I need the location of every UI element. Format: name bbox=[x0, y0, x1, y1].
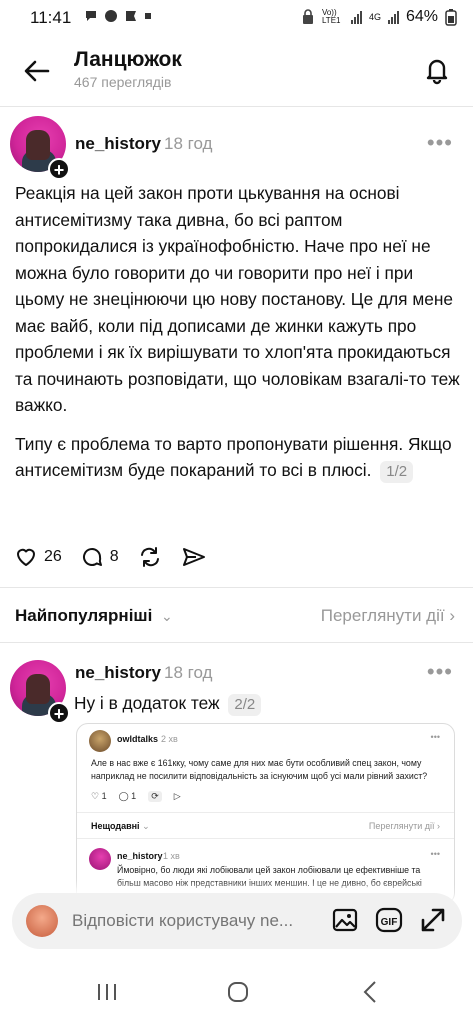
view-activity-label: Переглянути дії bbox=[320, 606, 445, 625]
status-time: 11:41 bbox=[30, 8, 72, 27]
embed-sort-text: Нещодавні bbox=[91, 821, 140, 831]
status-bar: 11:41 Vo)) LTE1 4G 64% bbox=[0, 0, 473, 36]
post2-body: Ну і в додаток теж 2/2 bbox=[74, 693, 262, 716]
share-icon: ▷ bbox=[173, 791, 181, 801]
view-activity-link[interactable]: Переглянути дії › bbox=[321, 606, 455, 626]
sort-divider bbox=[0, 642, 473, 643]
image-icon[interactable] bbox=[330, 905, 360, 935]
embed-divider bbox=[77, 812, 454, 813]
signal-icon bbox=[350, 10, 362, 24]
repost-icon: ⟳ bbox=[148, 791, 162, 802]
post1-avatar-wrap[interactable]: + bbox=[10, 116, 70, 180]
embed-username-1: owldtalks bbox=[117, 734, 159, 744]
embed-comment-count: 1 bbox=[131, 791, 137, 801]
status-right: Vo)) LTE1 4G 64% bbox=[301, 8, 457, 26]
network-label: Vo)) LTE1 bbox=[321, 8, 341, 25]
chat-icon bbox=[86, 11, 96, 21]
more-icon: ••• bbox=[430, 849, 440, 859]
embed-sort-label: Нещодавні ⌄ bbox=[91, 821, 150, 832]
page-badge: 2/2 bbox=[228, 694, 262, 716]
chevron-down-icon[interactable]: ⌄ bbox=[161, 608, 173, 625]
post1-body: Реакція на цей закон проти цькування на … bbox=[15, 180, 460, 496]
embed-actions: ♡ 1 ◯ 1 ⟳ ▷ bbox=[91, 791, 181, 802]
signal-icon-2 bbox=[387, 10, 399, 24]
post1-paragraph-1: Реакція на цей закон проти цькування на … bbox=[15, 183, 460, 415]
embed-time-2: 1 хв bbox=[163, 851, 180, 861]
comment-button[interactable]: 8 bbox=[80, 545, 119, 569]
embed-username-2: ne_history bbox=[117, 851, 163, 861]
share-icon bbox=[182, 548, 205, 566]
post1-time: 18 год bbox=[164, 134, 213, 153]
reply-bar: GIF bbox=[12, 893, 462, 949]
like-button[interactable]: 26 bbox=[14, 545, 62, 569]
page-badge: 1/2 bbox=[380, 461, 414, 483]
battery-label: 64% bbox=[405, 8, 438, 25]
back-arrow-icon[interactable] bbox=[22, 56, 52, 86]
dot-icon bbox=[145, 13, 151, 19]
comment-icon bbox=[82, 548, 102, 566]
reply-input[interactable] bbox=[70, 910, 330, 932]
embed-divider bbox=[77, 838, 454, 839]
embed-text-2: Ймовірно, бо люди які лобіювали цей зако… bbox=[117, 865, 422, 888]
embed-avatar-owl bbox=[89, 730, 111, 752]
repost-button[interactable] bbox=[137, 545, 163, 569]
comment-count: 8 bbox=[109, 548, 119, 565]
embed-like-count: 1 bbox=[101, 791, 107, 801]
post1-paragraph-2: Типу є проблема то варто пропонувати ріш… bbox=[15, 431, 460, 484]
thread-header: Ланцюжок 467 переглядів bbox=[0, 36, 473, 106]
avatar bbox=[26, 905, 58, 937]
follow-plus-icon[interactable]: + bbox=[48, 158, 70, 180]
page-title: Ланцюжок bbox=[74, 48, 182, 71]
bell-icon[interactable] bbox=[421, 54, 453, 86]
post2-avatar-wrap[interactable]: + bbox=[10, 660, 70, 724]
heart-icon bbox=[17, 548, 35, 566]
more-icon[interactable]: ••• bbox=[427, 130, 453, 156]
post2-text: Ну і в додаток теж bbox=[74, 693, 220, 713]
network-gen: 4G bbox=[368, 12, 381, 22]
post2-username[interactable]: ne_history bbox=[75, 663, 161, 683]
chevron-right-icon: › bbox=[449, 606, 455, 625]
actions-divider bbox=[0, 587, 473, 588]
embed-activity-label: Переглянути дії bbox=[368, 821, 435, 831]
system-nav-bar bbox=[0, 960, 473, 1024]
share-button[interactable] bbox=[181, 545, 207, 569]
embed-activity-link: Переглянути дії › bbox=[368, 821, 440, 831]
recent-apps-icon[interactable] bbox=[92, 978, 122, 1006]
views-count: 467 переглядів bbox=[74, 74, 172, 90]
expand-icon[interactable] bbox=[418, 905, 448, 935]
like-count: 26 bbox=[44, 548, 62, 565]
battery-icon bbox=[445, 9, 457, 26]
notification-icons bbox=[84, 9, 152, 23]
embed-comment: ◯ 1 bbox=[118, 791, 137, 801]
svg-text:GIF: GIF bbox=[381, 917, 398, 928]
post1-actions: 26 8 bbox=[14, 545, 207, 569]
follow-plus-icon[interactable]: + bbox=[48, 702, 70, 724]
embed-avatar-history bbox=[89, 848, 111, 870]
home-icon[interactable] bbox=[223, 978, 253, 1006]
post1-username[interactable]: ne_history bbox=[75, 134, 161, 154]
gif-icon[interactable]: GIF bbox=[374, 905, 404, 935]
embed-like: ♡ 1 bbox=[91, 791, 107, 801]
sort-dropdown[interactable]: Найпопулярніші bbox=[15, 606, 152, 626]
messenger-icon bbox=[105, 10, 117, 22]
embed-time-1: 2 хв bbox=[161, 734, 178, 744]
sort-row: Найпопулярніші ⌄ Переглянути дії › bbox=[15, 604, 455, 630]
sim-lock-icon bbox=[302, 9, 313, 24]
repost-icon bbox=[140, 547, 159, 567]
embed-text-1: Але в нас вже є 161кку, чому саме для ни… bbox=[91, 758, 428, 781]
more-icon: ••• bbox=[430, 732, 440, 742]
header-divider bbox=[0, 106, 473, 107]
more-icon[interactable]: ••• bbox=[427, 659, 453, 685]
app-notification-icon bbox=[126, 11, 136, 21]
back-nav-icon[interactable] bbox=[356, 978, 386, 1006]
post2-time: 18 год bbox=[164, 663, 213, 682]
embedded-screenshot[interactable]: owldtalks 2 хв ••• Але в нас вже є 161кк… bbox=[76, 723, 455, 905]
chevron-down-icon: ⌄ bbox=[142, 821, 150, 831]
